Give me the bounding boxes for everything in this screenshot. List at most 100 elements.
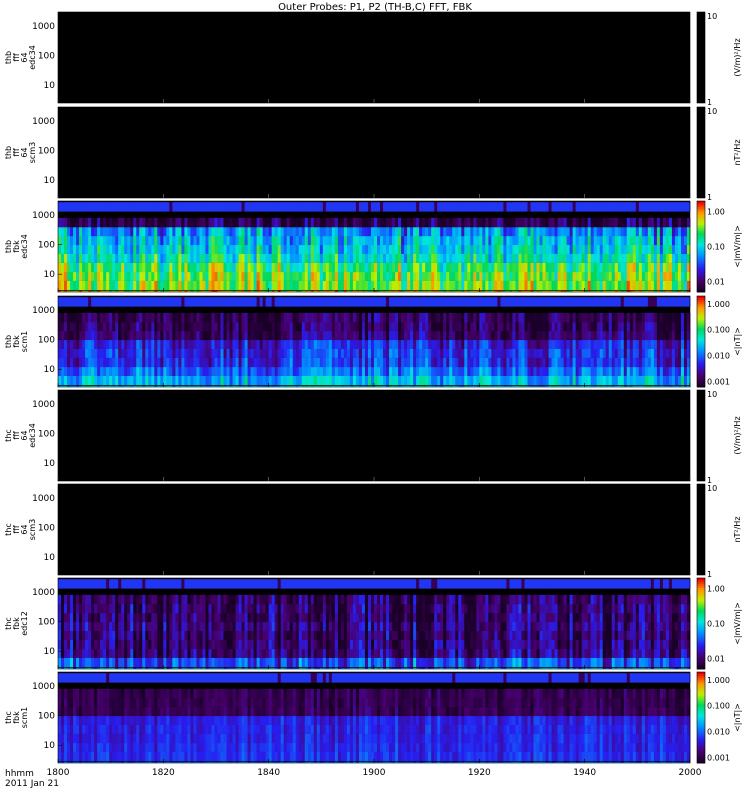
spectrogram-cell [353,348,356,357]
spectrogram-cell [461,322,464,331]
spectrogram-cell [127,331,130,340]
spectrogram-cell [157,271,160,280]
spectrogram-cell [365,253,368,262]
spectrogram-cell [365,236,368,245]
spectrogram-cell [251,340,254,349]
spectrogram-cell [479,313,482,322]
spectrogram-cell [205,340,208,349]
spectrogram-cell [380,376,383,385]
spectrogram-cell [73,263,76,272]
spectrogram-cell [82,227,85,236]
spectrogram-cell [254,281,257,290]
spectrogram-cell [380,348,383,357]
spectrogram-cell [193,331,196,340]
spectrogram-cell [648,253,651,262]
spectrogram-cell [537,236,540,245]
spectrogram-cell [443,313,446,322]
spectrogram-cell [488,313,491,322]
spectrogram-cell [275,297,278,306]
spectrogram-cell [139,640,142,649]
spectrogram-cell [106,253,109,262]
spectrogram-cell [160,218,163,227]
spectrogram-cell [537,297,540,306]
spectrogram-cell [178,604,181,613]
spectrogram-cell [359,340,362,349]
spectrogram-cell [603,313,606,322]
spectrogram-cell [663,340,666,349]
spectrogram-cell [205,313,208,322]
spectrogram-cell [293,218,296,227]
spectrogram-cell [299,366,302,375]
spectrogram-cell [157,658,160,667]
spectrogram-cell [479,358,482,367]
spectrogram-cell [157,331,160,340]
spectrogram-cell [344,281,347,290]
spectrogram-cell [142,579,145,588]
spectrogram-cell [320,263,323,272]
spectrogram-cell [437,358,440,367]
spectrogram-cell [521,245,524,254]
spectrogram-cell [606,366,609,375]
spectrogram-cell [130,202,133,211]
spectrogram-cell [139,366,142,375]
spectrogram-cell [82,202,85,211]
spectrogram-cell [94,658,97,667]
spectrogram-cell [302,281,305,290]
spectrogram-cell [275,322,278,331]
spectrogram-cell [681,236,684,245]
spectrogram-cell [227,218,230,227]
spectrogram-cell [64,227,67,236]
spectrogram-cell [467,331,470,340]
spectrogram-cell [169,218,172,227]
spectrogram-cell [416,253,419,262]
spectrogram-cell [193,604,196,613]
spectrogram-cell [600,245,603,254]
spectrogram-cell [485,281,488,290]
spectrogram-cell [160,271,163,280]
spectrogram-cell [540,297,543,306]
spectrogram-cell [524,271,527,280]
spectrogram-cell [248,236,251,245]
spectrogram-cell [187,622,190,631]
spectrogram-cell [148,202,151,211]
spectrogram-cell [100,613,103,622]
spectrogram-cell [266,313,269,322]
spectrogram-cell [106,648,109,657]
spectrogram-cell [612,313,615,322]
colorbar-tick-label: 0.10 [707,243,725,252]
spectrogram-cell [127,340,130,349]
spectrogram-cell [621,366,624,375]
spectrogram-cell [124,630,127,639]
spectrogram-cell [103,281,106,290]
spectrogram-cell [413,202,416,211]
spectrogram-cell [208,263,211,272]
spectrogram-cell [509,376,512,385]
spectrogram-cell [73,604,76,613]
spectrogram-cell [464,202,467,211]
spectrogram-cell [236,331,239,340]
spectrogram-cell [431,227,434,236]
spectrogram-cell [401,245,404,254]
spectrogram-cell [600,236,603,245]
spectrogram-cell [618,376,621,385]
spectrogram-cell [299,271,302,280]
spectrogram-cell [452,322,455,331]
spectrogram-cell [392,218,395,227]
spectrogram-cell [515,358,518,367]
spectrogram-cell [88,218,91,227]
spectrogram-cell [422,271,425,280]
spectrogram-cell [172,331,175,340]
spectrogram-cell [157,236,160,245]
spectrogram-cell [485,253,488,262]
spectrogram-cell [242,313,245,322]
spectrogram-cell [115,358,118,367]
spectrogram-cell [172,640,175,649]
spectrogram-cell [534,340,537,349]
spectrogram-cell [320,271,323,280]
spectrogram-cell [278,366,281,375]
panel-plot-area [58,107,690,198]
spectrogram-cell [257,236,260,245]
spectrogram-cell [245,313,248,322]
spectrogram-cell [678,297,681,306]
spectrogram-cell [118,245,121,254]
